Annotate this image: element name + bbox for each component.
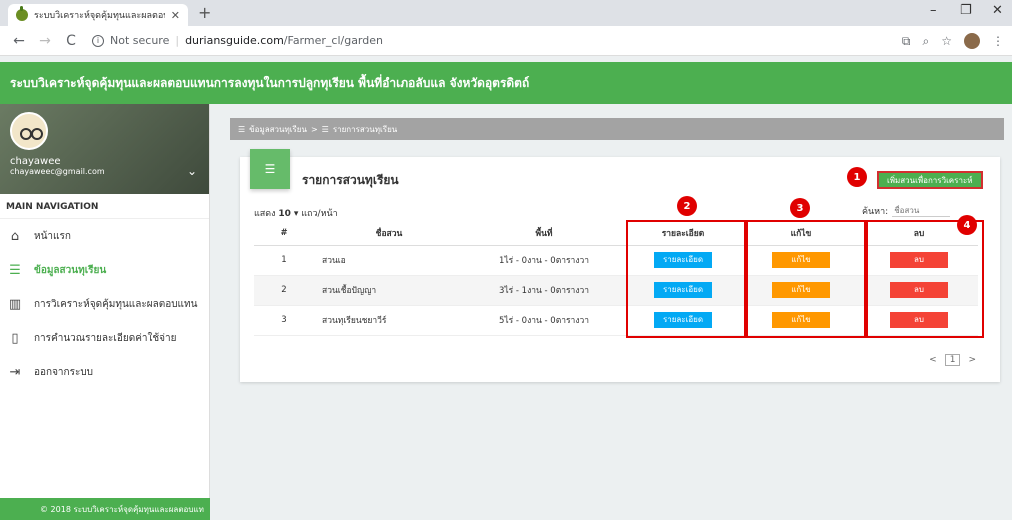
sidebar-item-label: การคำนวณรายละเอียดค่าใช้จ่าย [34,332,177,344]
page-size-label: แสดง [254,209,276,219]
sidebar-item-analysis[interactable]: ▥ การวิเคราะห์จุดคุ้มทุนและผลตอบแทน [0,287,209,321]
reload-icon[interactable]: C [64,33,78,49]
app-title: ระบบวิเคราะห์จุดคุ้มทุนและผลตอบแทนการลงท… [10,75,530,90]
sidebar-item-label: ออกจากระบบ [34,366,94,378]
breadcrumb-item-garden-data[interactable]: ข้อมูลสวนทุเรียน [249,123,307,136]
home-icon: ⌂ [10,228,20,244]
zoom-icon[interactable]: ⌕ [923,34,930,49]
back-icon[interactable]: ← [12,33,26,49]
user-panel: chayawee chayaweec@gmail.com ⌄ [0,104,209,194]
chevron-down-icon[interactable]: ⌄ [187,164,197,178]
tab-title: ระบบวิเคราะห์จุดคุ้มทุนและผลตอบแทน [34,11,165,21]
breadcrumb-separator: > [310,124,318,134]
sidebar-item-logout[interactable]: ⇥ ออกจากระบบ [0,355,209,389]
column-header-number: # [254,221,314,246]
garden-name: สวนเชื้อปัญญา [314,275,464,306]
clipboard-icon: ▯ [11,330,19,346]
search-input[interactable] [892,205,951,217]
pagination: < 1 > [929,354,976,366]
column-header-area: พื้นที่ [464,221,624,246]
sidebar-item-expenses[interactable]: ▯ การคำนวณรายละเอียดค่าใช้จ่าย [0,321,209,355]
annotation-box-detail [626,220,746,338]
address-bar: ← → C i Not secure | duriansguide.com/Fa… [0,26,1012,56]
dropdown-arrow-icon[interactable]: ▾ [294,209,299,219]
card-title: รายการสวนทุเรียน [302,173,399,187]
browser-tabbar: ระบบวิเคราะห์จุดคุ้มทุนและผลตอบแทน ✕ + –… [0,0,1012,26]
sidebar-footer: © 2018 ระบบวิเคราะห์จุดคุ้มทุนและผลตอบแท [0,498,210,520]
url-path: /Farmer_cl/garden [283,34,383,47]
window-close-icon[interactable]: ✕ [992,3,1003,18]
list-icon: ☰ [321,124,329,134]
search-label: ค้นหา: [862,207,889,217]
user-email: chayaweec@gmail.com [10,167,105,176]
column-header-name: ชื่อสวน [314,221,464,246]
bookmark-star-icon[interactable]: ☆ [941,34,952,48]
annotation-box-edit [746,220,866,338]
garden-area: 1ไร่ - 0งาน - 0ตารางวา [464,245,624,276]
durian-favicon-icon [16,6,28,21]
list-icon: ☰ [9,262,21,278]
sidebar-item-label: ข้อมูลสวนทุเรียน [34,264,107,276]
annotation-marker-4: 4 [957,215,977,235]
nav-header: MAIN NAVIGATION [0,194,209,219]
pager-current-page[interactable]: 1 [944,354,961,366]
translate-icon[interactable]: ⧉ [902,34,911,49]
add-garden-button[interactable]: เพิ่มสวนเพื่อการวิเคราะห์ [878,172,982,188]
sidebar: chayawee chayaweec@gmail.com ⌄ MAIN NAVI… [0,104,210,520]
garden-area: 3ไร่ - 1งาน - 0ตารางวา [464,275,624,306]
annotation-box-delete [866,220,984,338]
page-size-suffix: แถว/หน้า [301,209,338,219]
sidebar-item-home[interactable]: ⌂ หน้าแรก [0,219,209,253]
garden-name: สวนทุเรียนชยาวีร์ [314,305,464,336]
row-number: 2 [254,275,314,306]
minimize-icon[interactable]: – [930,3,937,18]
tab-close-icon[interactable]: ✕ [171,9,180,22]
sidebar-item-label: หน้าแรก [34,230,71,242]
annotation-marker-1: 1 [847,167,867,187]
menu-icon[interactable]: ⋮ [992,34,1004,48]
forward-icon[interactable]: → [38,33,52,49]
logout-icon: ⇥ [9,364,21,380]
chart-icon: ▥ [8,296,22,312]
info-icon[interactable]: i [92,34,104,47]
breadcrumb-item-garden-list: รายการสวนทุเรียน [332,124,398,134]
list-icon: ☰ [250,149,290,189]
annotation-marker-2: 2 [677,196,697,216]
url-divider: | [175,34,180,47]
page-size-control: แสดง 10 ▾ แถว/หน้า [254,206,338,220]
url-field[interactable]: i Not secure | duriansguide.com/Farmer_c… [92,34,383,47]
new-tab-button[interactable]: + [198,4,211,22]
url-security-label: Not secure [110,34,170,47]
breadcrumb: ☰ ข้อมูลสวนทุเรียน > ☰ รายการสวนทุเรียน [230,118,1004,140]
pager-next-button[interactable]: > [968,355,976,365]
search-control: ค้นหา: [862,204,951,218]
url-domain: duriansguide.com [185,34,284,47]
user-avatar [10,112,48,150]
row-number: 3 [254,305,314,336]
user-name: chayawee [10,156,61,167]
pager-prev-button[interactable]: < [929,355,937,365]
row-number: 1 [254,245,314,276]
app-header: ระบบวิเคราะห์จุดคุ้มทุนและผลตอบแทนการลงท… [0,62,1012,104]
browser-tab[interactable]: ระบบวิเคราะห์จุดคุ้มทุนและผลตอบแทน ✕ [8,4,188,26]
restore-icon[interactable]: ❐ [960,3,972,18]
sidebar-item-label: การวิเคราะห์จุดคุ้มทุนและผลตอบแทน [34,298,198,310]
list-icon: ☰ [238,124,246,134]
profile-avatar-icon[interactable] [964,33,980,49]
annotation-marker-3: 3 [790,198,810,218]
garden-name: สวนเอ [314,245,464,276]
page-size-select[interactable]: 10 [278,209,291,219]
garden-area: 5ไร่ - 0งาน - 0ตารางวา [464,305,624,336]
sidebar-item-garden-data[interactable]: ☰ ข้อมูลสวนทุเรียน [0,253,209,287]
